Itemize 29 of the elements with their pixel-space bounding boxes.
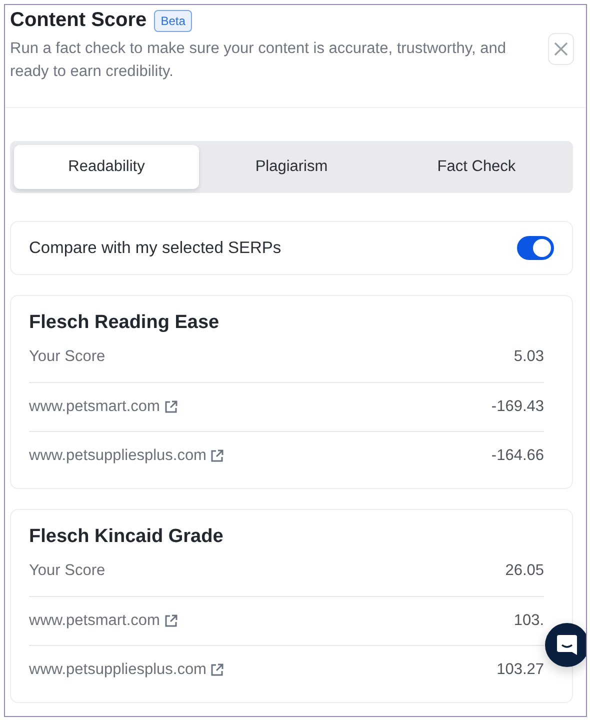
external-link-icon xyxy=(210,449,224,463)
site-link[interactable]: www.petsmart.com xyxy=(29,398,160,416)
score-value: 103.27 xyxy=(496,661,544,679)
score-value: 5.03 xyxy=(514,348,544,366)
score-value: -169.43 xyxy=(491,398,544,416)
compare-label: Compare with my selected SERPs xyxy=(29,238,282,258)
site-link[interactable]: www.petsmart.com xyxy=(29,612,160,630)
score-label: Your Score xyxy=(29,348,106,366)
toggle-switch[interactable] xyxy=(517,236,554,260)
score-value: 103. xyxy=(514,612,544,630)
score-value: -164.66 xyxy=(491,447,544,465)
score-value: 26.05 xyxy=(505,562,544,580)
metric-title: Flesch Reading Ease xyxy=(29,312,220,334)
site-link[interactable]: www.petsuppliesplus.com xyxy=(29,661,206,679)
score-label: Your Score xyxy=(29,562,106,580)
close-button[interactable] xyxy=(548,33,574,65)
panel-description: Run a fact check to make sure your content is accurate, trustworthy, and ready to earn credibility. xyxy=(10,39,507,82)
metric-title: Flesch Kincaid Grade xyxy=(29,526,224,548)
external-link-icon xyxy=(164,614,178,628)
close-icon xyxy=(552,41,569,57)
external-link-icon xyxy=(210,663,224,677)
external-link-icon xyxy=(164,400,178,414)
tab[interactable]: Plagiarism xyxy=(199,145,384,189)
chat-icon xyxy=(554,632,580,658)
panel-title: Content Score xyxy=(10,9,147,32)
tab[interactable]: Fact Check xyxy=(384,145,569,189)
site-link[interactable]: www.petsuppliesplus.com xyxy=(29,447,206,465)
tab[interactable]: Readability xyxy=(14,145,199,189)
beta-badge: Beta xyxy=(154,10,192,32)
